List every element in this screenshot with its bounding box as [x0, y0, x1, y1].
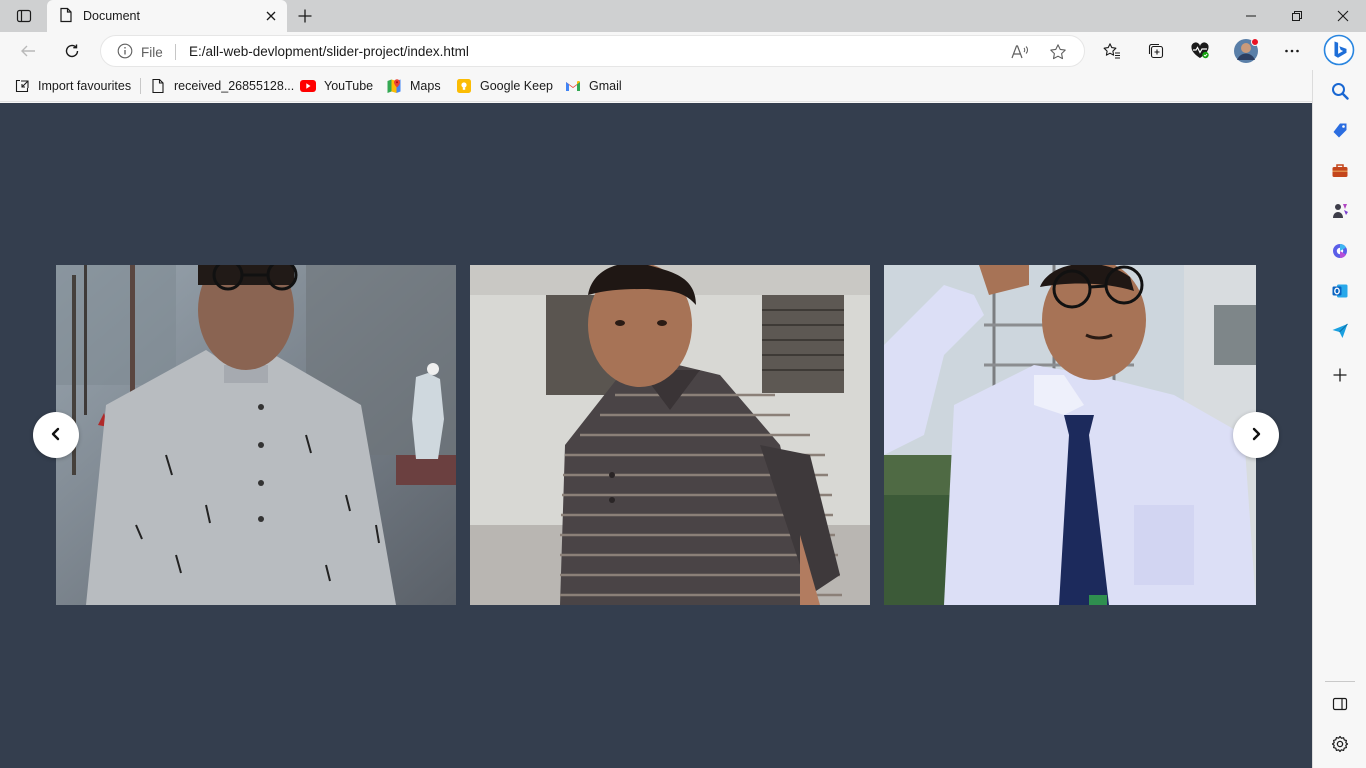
slide-photo-2	[470, 265, 870, 605]
close-tab-icon[interactable]	[263, 8, 279, 24]
favorites-bar: Import favourites received_26855128... Y…	[0, 70, 1366, 102]
favorite-label: received_26855128...	[174, 79, 295, 93]
settings-icon[interactable]	[1326, 730, 1354, 758]
chevron-right-icon	[1249, 427, 1263, 444]
photo-grey-kurta	[56, 265, 456, 605]
send-icon[interactable]	[1326, 317, 1354, 345]
browser-essentials-icon[interactable]	[1186, 37, 1214, 65]
close-window-icon[interactable]	[1320, 0, 1366, 32]
favorite-google-keep[interactable]: Google Keep	[456, 76, 553, 96]
games-icon[interactable]	[1326, 197, 1354, 225]
site-info[interactable]: File	[117, 43, 163, 62]
office-icon[interactable]	[1326, 237, 1354, 265]
tab-title: Document	[83, 9, 140, 23]
favorite-label: Import favourites	[38, 79, 132, 93]
sidebar-divider	[1325, 681, 1355, 682]
split-screen-icon[interactable]	[1326, 690, 1354, 718]
refresh-icon[interactable]	[58, 37, 86, 65]
slider-next-button[interactable]	[1233, 412, 1279, 458]
address-divider	[175, 44, 176, 60]
bing-copilot-icon[interactable]	[1323, 34, 1355, 66]
outlook-icon[interactable]	[1326, 277, 1354, 305]
favorites-icon[interactable]	[1098, 37, 1126, 65]
restore-icon[interactable]	[1274, 0, 1320, 32]
toolbar: File E:/all-web-devlopment/slider-projec…	[0, 32, 1366, 70]
tab-actions-icon[interactable]	[10, 4, 38, 28]
gmail-icon	[565, 78, 581, 94]
info-icon	[117, 43, 133, 62]
youtube-icon	[300, 78, 316, 94]
slide-photo-1	[56, 265, 456, 605]
favorite-star-icon[interactable]	[1048, 42, 1068, 62]
favorite-label: YouTube	[324, 79, 374, 93]
favorite-youtube[interactable]: YouTube	[300, 76, 373, 96]
scheme-label: File	[141, 45, 163, 60]
favorite-gmail[interactable]: Gmail	[565, 76, 622, 96]
import-icon	[14, 78, 30, 94]
slider-prev-button[interactable]	[33, 412, 79, 458]
browser-tab[interactable]: Document	[47, 0, 287, 32]
tools-icon[interactable]	[1326, 157, 1354, 185]
shopping-icon[interactable]	[1326, 117, 1354, 145]
url-text[interactable]: E:/all-web-devlopment/slider-project/ind…	[189, 44, 469, 59]
new-tab-icon[interactable]	[293, 4, 317, 28]
page-icon	[59, 7, 73, 26]
slide-photo-3	[884, 265, 1256, 605]
collections-icon[interactable]	[1142, 37, 1170, 65]
chevron-left-icon	[49, 427, 63, 444]
address-bar[interactable]: File E:/all-web-devlopment/slider-projec…	[100, 35, 1085, 67]
more-options-icon[interactable]	[1278, 37, 1306, 65]
favorite-label: Gmail	[589, 79, 622, 93]
back-arrow-icon[interactable]	[14, 37, 42, 65]
page-icon	[150, 78, 166, 94]
favorites-divider	[140, 78, 141, 94]
keep-icon	[456, 78, 472, 94]
minimize-icon[interactable]	[1228, 0, 1274, 32]
window-controls	[1228, 0, 1366, 32]
photo-white-shirt-tie	[884, 265, 1256, 605]
read-aloud-icon[interactable]	[1010, 42, 1030, 62]
favorite-received[interactable]: received_26855128...	[150, 76, 294, 96]
search-icon[interactable]	[1326, 77, 1354, 105]
tab-strip: Document	[0, 0, 1366, 32]
maps-icon	[386, 78, 402, 94]
add-icon[interactable]	[1326, 361, 1354, 389]
photo-striped-polo	[470, 265, 870, 605]
profile-avatar[interactable]	[1232, 37, 1260, 65]
page-viewport	[0, 103, 1312, 768]
favorite-import[interactable]: Import favourites	[14, 76, 131, 96]
favorite-label: Google Keep	[480, 79, 553, 93]
edge-sidebar	[1312, 70, 1366, 768]
favorite-label: Maps	[410, 79, 441, 93]
favorite-maps[interactable]: Maps	[386, 76, 441, 96]
